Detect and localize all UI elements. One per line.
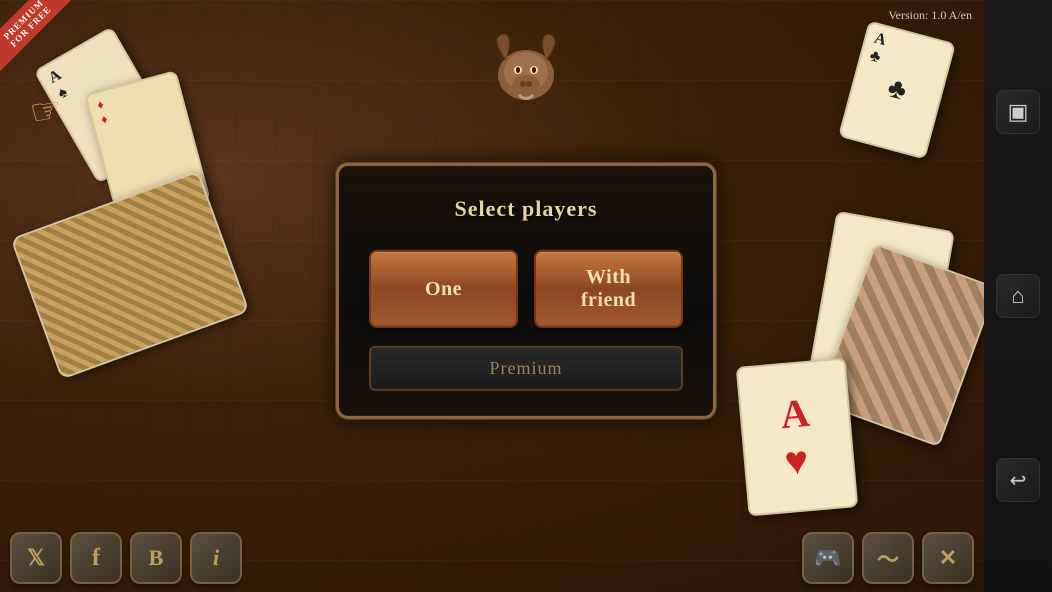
home-button[interactable]: ⌂ [996, 274, 1040, 318]
premium-badge: PREMIUM FOR FREE [0, 0, 90, 90]
version-text: Version: 1.0 A/en [888, 8, 972, 23]
one-player-button[interactable]: One [369, 250, 518, 328]
window-icon: ▣ [1008, 99, 1029, 125]
premium-button[interactable]: Premium [369, 346, 683, 391]
wave-button[interactable]: 〜 [862, 532, 914, 584]
back-icon: ↩ [1010, 468, 1027, 493]
sidebar: ▣ ⌂ ↩ [984, 0, 1052, 592]
blog-icon: B [149, 545, 164, 571]
back-button[interactable]: ↩ [996, 458, 1040, 502]
window-button[interactable]: ▣ [996, 90, 1040, 134]
with-friend-button[interactable]: With friend [534, 250, 683, 328]
gamepad-button[interactable]: 🎮 [802, 532, 854, 584]
info-button[interactable]: i [190, 532, 242, 584]
toolbar-right: 🎮 〜 ✕ [802, 532, 974, 584]
goat-mascot [481, 30, 571, 110]
wave-icon: 〜 [877, 542, 899, 574]
settings-button[interactable]: ✕ [922, 532, 974, 584]
player-buttons: One With friend [369, 250, 683, 328]
facebook-icon: f [92, 545, 100, 572]
card-bottom-ace: A♥ [736, 357, 859, 516]
facebook-button[interactable]: f [70, 532, 122, 584]
info-icon: i [213, 545, 219, 571]
twitter-icon: 𝕏 [27, 545, 45, 571]
twitter-button[interactable]: 𝕏 [10, 532, 62, 584]
dialog-title: Select players [369, 196, 683, 222]
gamepad-icon: 🎮 [814, 545, 841, 571]
settings-icon: ✕ [939, 545, 957, 571]
select-players-dialog: Select players One With friend Premium [336, 163, 716, 419]
home-icon: ⌂ [1011, 283, 1024, 309]
blog-button[interactable]: B [130, 532, 182, 584]
